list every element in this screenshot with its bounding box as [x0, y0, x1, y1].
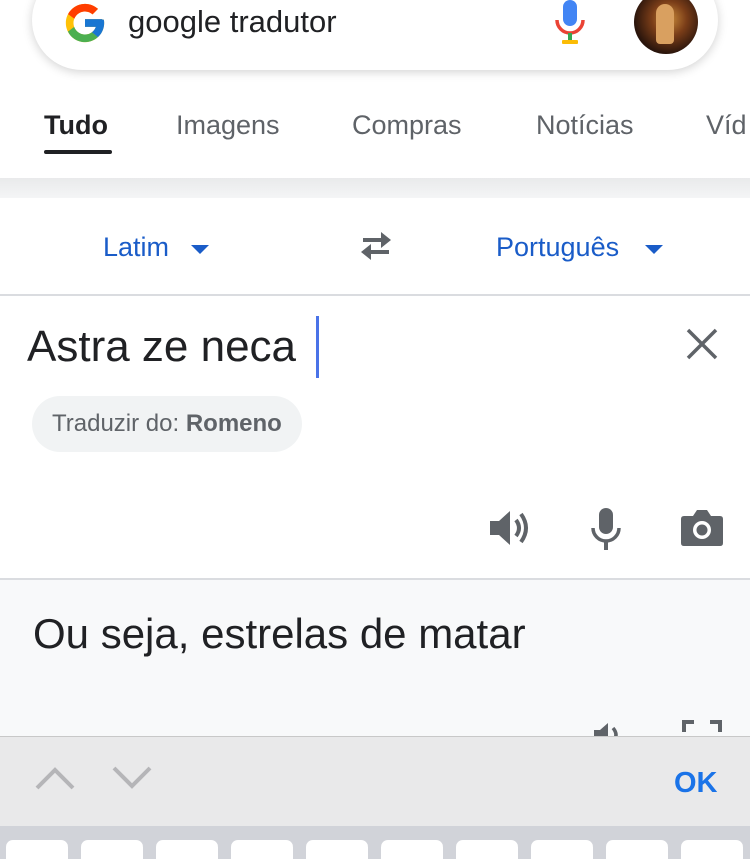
source-text-area[interactable]: Astra ze neca Traduzir do: Romeno [0, 296, 750, 580]
keyboard-key[interactable] [156, 840, 218, 859]
keyboard-accessory-bar: OK [0, 736, 750, 826]
keyboard-key[interactable] [6, 840, 68, 859]
target-language-button[interactable]: Português [496, 232, 619, 263]
microphone-icon[interactable] [588, 506, 624, 554]
source-text-input[interactable]: Astra ze neca [27, 322, 296, 372]
divider [0, 178, 750, 198]
close-icon[interactable] [684, 326, 720, 362]
detected-language: Romeno [185, 410, 282, 437]
translation-text: Ou seja, estrelas de matar [33, 610, 526, 657]
keyboard-key[interactable] [231, 840, 293, 859]
tab-videos[interactable]: Víd [706, 110, 747, 141]
chevron-down-icon[interactable] [112, 765, 152, 791]
swap-languages-icon[interactable] [355, 228, 397, 264]
microphone-icon[interactable] [552, 0, 588, 46]
text-cursor [316, 316, 319, 378]
source-language-button[interactable]: Latim [103, 232, 169, 263]
chevron-up-icon[interactable] [35, 765, 75, 791]
chevron-down-icon [191, 245, 209, 254]
on-screen-keyboard [0, 826, 750, 859]
detected-language-chip[interactable]: Traduzir do: Romeno [32, 396, 302, 452]
tab-tudo[interactable]: Tudo [44, 110, 108, 141]
camera-icon[interactable] [680, 506, 724, 548]
search-tabs: Tudo Imagens Compras Notícias Víd [0, 92, 750, 178]
chevron-down-icon [645, 245, 663, 254]
search-header: google tradutor [0, 0, 750, 92]
tab-noticias[interactable]: Notícias [536, 110, 634, 141]
keyboard-key[interactable] [381, 840, 443, 859]
google-g-icon [65, 3, 105, 43]
tab-compras[interactable]: Compras [352, 110, 462, 141]
tab-imagens[interactable]: Imagens [176, 110, 280, 141]
keyboard-key[interactable] [606, 840, 668, 859]
keyboard-key[interactable] [681, 840, 743, 859]
language-selector-row: Latim Português [0, 198, 750, 296]
translation-result-area: Ou seja, estrelas de matar [0, 580, 750, 740]
detect-prefix: Traduzir do: [52, 410, 180, 437]
keyboard-key[interactable] [81, 840, 143, 859]
ok-button[interactable]: OK [674, 767, 718, 800]
keyboard-key[interactable] [456, 840, 518, 859]
active-tab-indicator [44, 150, 112, 154]
speaker-icon[interactable] [488, 506, 532, 550]
search-query-text[interactable]: google tradutor [128, 4, 337, 40]
keyboard-key[interactable] [531, 840, 593, 859]
keyboard-key[interactable] [306, 840, 368, 859]
